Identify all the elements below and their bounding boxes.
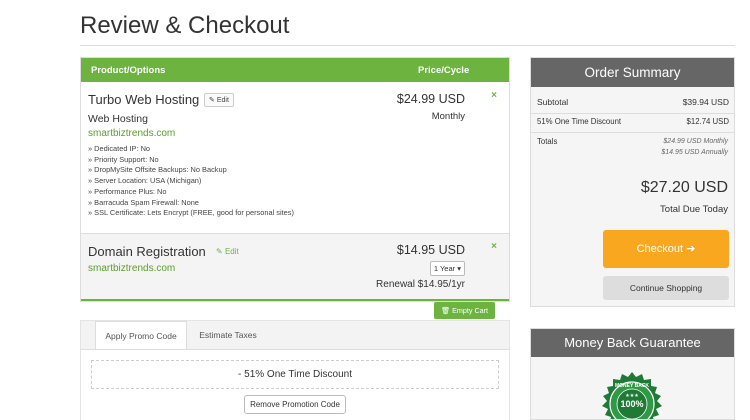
item-cycle: Monthly xyxy=(431,111,465,122)
option-spam-firewall: » Barracuda Spam Firewall: None xyxy=(88,197,199,207)
option-priority-support: » Priority Support: No xyxy=(88,154,159,164)
totals-annually: $14.95 USD Annually xyxy=(661,149,728,156)
option-dedicated-ip: » Dedicated IP: No xyxy=(88,144,151,153)
applied-discount: - 51% One Time Discount xyxy=(91,360,499,389)
edit-hosting-button[interactable]: ✎ Edit xyxy=(204,93,234,107)
cart-item-hosting: Turbo Web Hosting ✎ Edit Web Hosting sma… xyxy=(81,82,509,234)
item-options-list: » Dedicated IP: No » Priority Support: N… xyxy=(88,144,294,219)
remove-domain-icon[interactable]: × xyxy=(491,241,497,252)
item-subtitle: Web Hosting xyxy=(88,113,148,125)
empty-cart-button[interactable]: 🗑 Empty Cart xyxy=(434,302,495,319)
option-ssl-certificate: » SSL Certificate: Lets Encrypt (FREE, g… xyxy=(88,208,294,218)
product-column-header: Product/Options xyxy=(91,65,166,76)
remove-hosting-icon[interactable]: × xyxy=(491,90,497,101)
subtotal-value: $39.94 USD xyxy=(682,97,729,107)
item-price: $14.95 USD xyxy=(396,243,465,257)
guarantee-badge-icon: MONEY BACK 100% ★★★ xyxy=(602,372,662,419)
discount-row: 51% One Time Discount $12.74 USD xyxy=(537,117,729,126)
option-server-location: » Server Location: USA (Michigan) xyxy=(88,176,202,186)
item-domain: smartbiztrends.com xyxy=(88,263,176,274)
money-back-guarantee: Money Back Guarantee MONEY BACK 100% ★★★ xyxy=(530,328,735,420)
badge-ring-text: MONEY BACK xyxy=(615,383,649,389)
title-divider xyxy=(80,45,735,46)
cart-header: Product/Options Price/Cycle xyxy=(81,58,509,82)
guarantee-title: Money Back Guarantee xyxy=(531,329,734,357)
cart-item-domain: Domain Registration ✎ Edit smartbiztrend… xyxy=(81,234,509,301)
edit-domain-link[interactable]: ✎ Edit xyxy=(216,247,239,256)
order-summary-title: Order Summary xyxy=(531,58,734,87)
promo-body: - 51% One Time Discount Remove Promotion… xyxy=(81,349,509,420)
summary-divider xyxy=(531,113,734,114)
price-column-header: Price/Cycle xyxy=(418,65,470,76)
total-due-label: Total Due Today xyxy=(660,204,728,215)
item-title: Turbo Web Hosting xyxy=(88,92,200,107)
summary-divider xyxy=(531,132,734,133)
tab-apply-promo-code[interactable]: Apply Promo Code xyxy=(95,321,187,350)
tab-estimate-taxes[interactable]: Estimate Taxes xyxy=(199,321,257,349)
promo-panel: Apply Promo Code Estimate Taxes - 51% On… xyxy=(80,320,510,420)
discount-value: $12.74 USD xyxy=(686,117,729,126)
subtotal-row: Subtotal $39.94 USD xyxy=(537,97,729,107)
continue-shopping-button[interactable]: Continue Shopping xyxy=(603,276,729,300)
total-due-amount: $27.20 USD xyxy=(640,179,728,196)
badge-percent: 100% xyxy=(620,399,643,409)
cart-table: Product/Options Price/Cycle Turbo Web Ho… xyxy=(80,57,510,302)
page-title: Review & Checkout xyxy=(80,12,290,39)
order-summary: Order Summary Subtotal $39.94 USD 51% On… xyxy=(530,57,735,307)
remove-promotion-button[interactable]: Remove Promotion Code xyxy=(244,395,346,414)
pencil-icon: ✎ xyxy=(209,97,215,104)
totals-monthly: $24.99 USD Monthly xyxy=(663,138,728,145)
renewal-price: Renewal $14.95/1yr xyxy=(376,279,465,290)
item-title: Domain Registration xyxy=(88,244,206,259)
item-domain: smartbiztrends.com xyxy=(88,128,176,139)
badge-stars-icon: ★★★ xyxy=(625,393,639,399)
checkout-button[interactable]: Checkout ➔ xyxy=(603,230,729,268)
chevron-down-icon: ▾ xyxy=(457,264,461,273)
registration-period-select[interactable]: 1 Year ▾ xyxy=(429,261,465,276)
pencil-icon: ✎ xyxy=(216,247,223,256)
option-performance-plus: » Performance Plus: No xyxy=(88,186,167,196)
option-offsite-backups: » DropMySite Offsite Backups: No Backup xyxy=(88,165,227,175)
trash-icon: 🗑 xyxy=(440,306,451,315)
item-price: $24.99 USD xyxy=(396,92,465,106)
arrow-right-icon: ➔ xyxy=(686,243,696,255)
